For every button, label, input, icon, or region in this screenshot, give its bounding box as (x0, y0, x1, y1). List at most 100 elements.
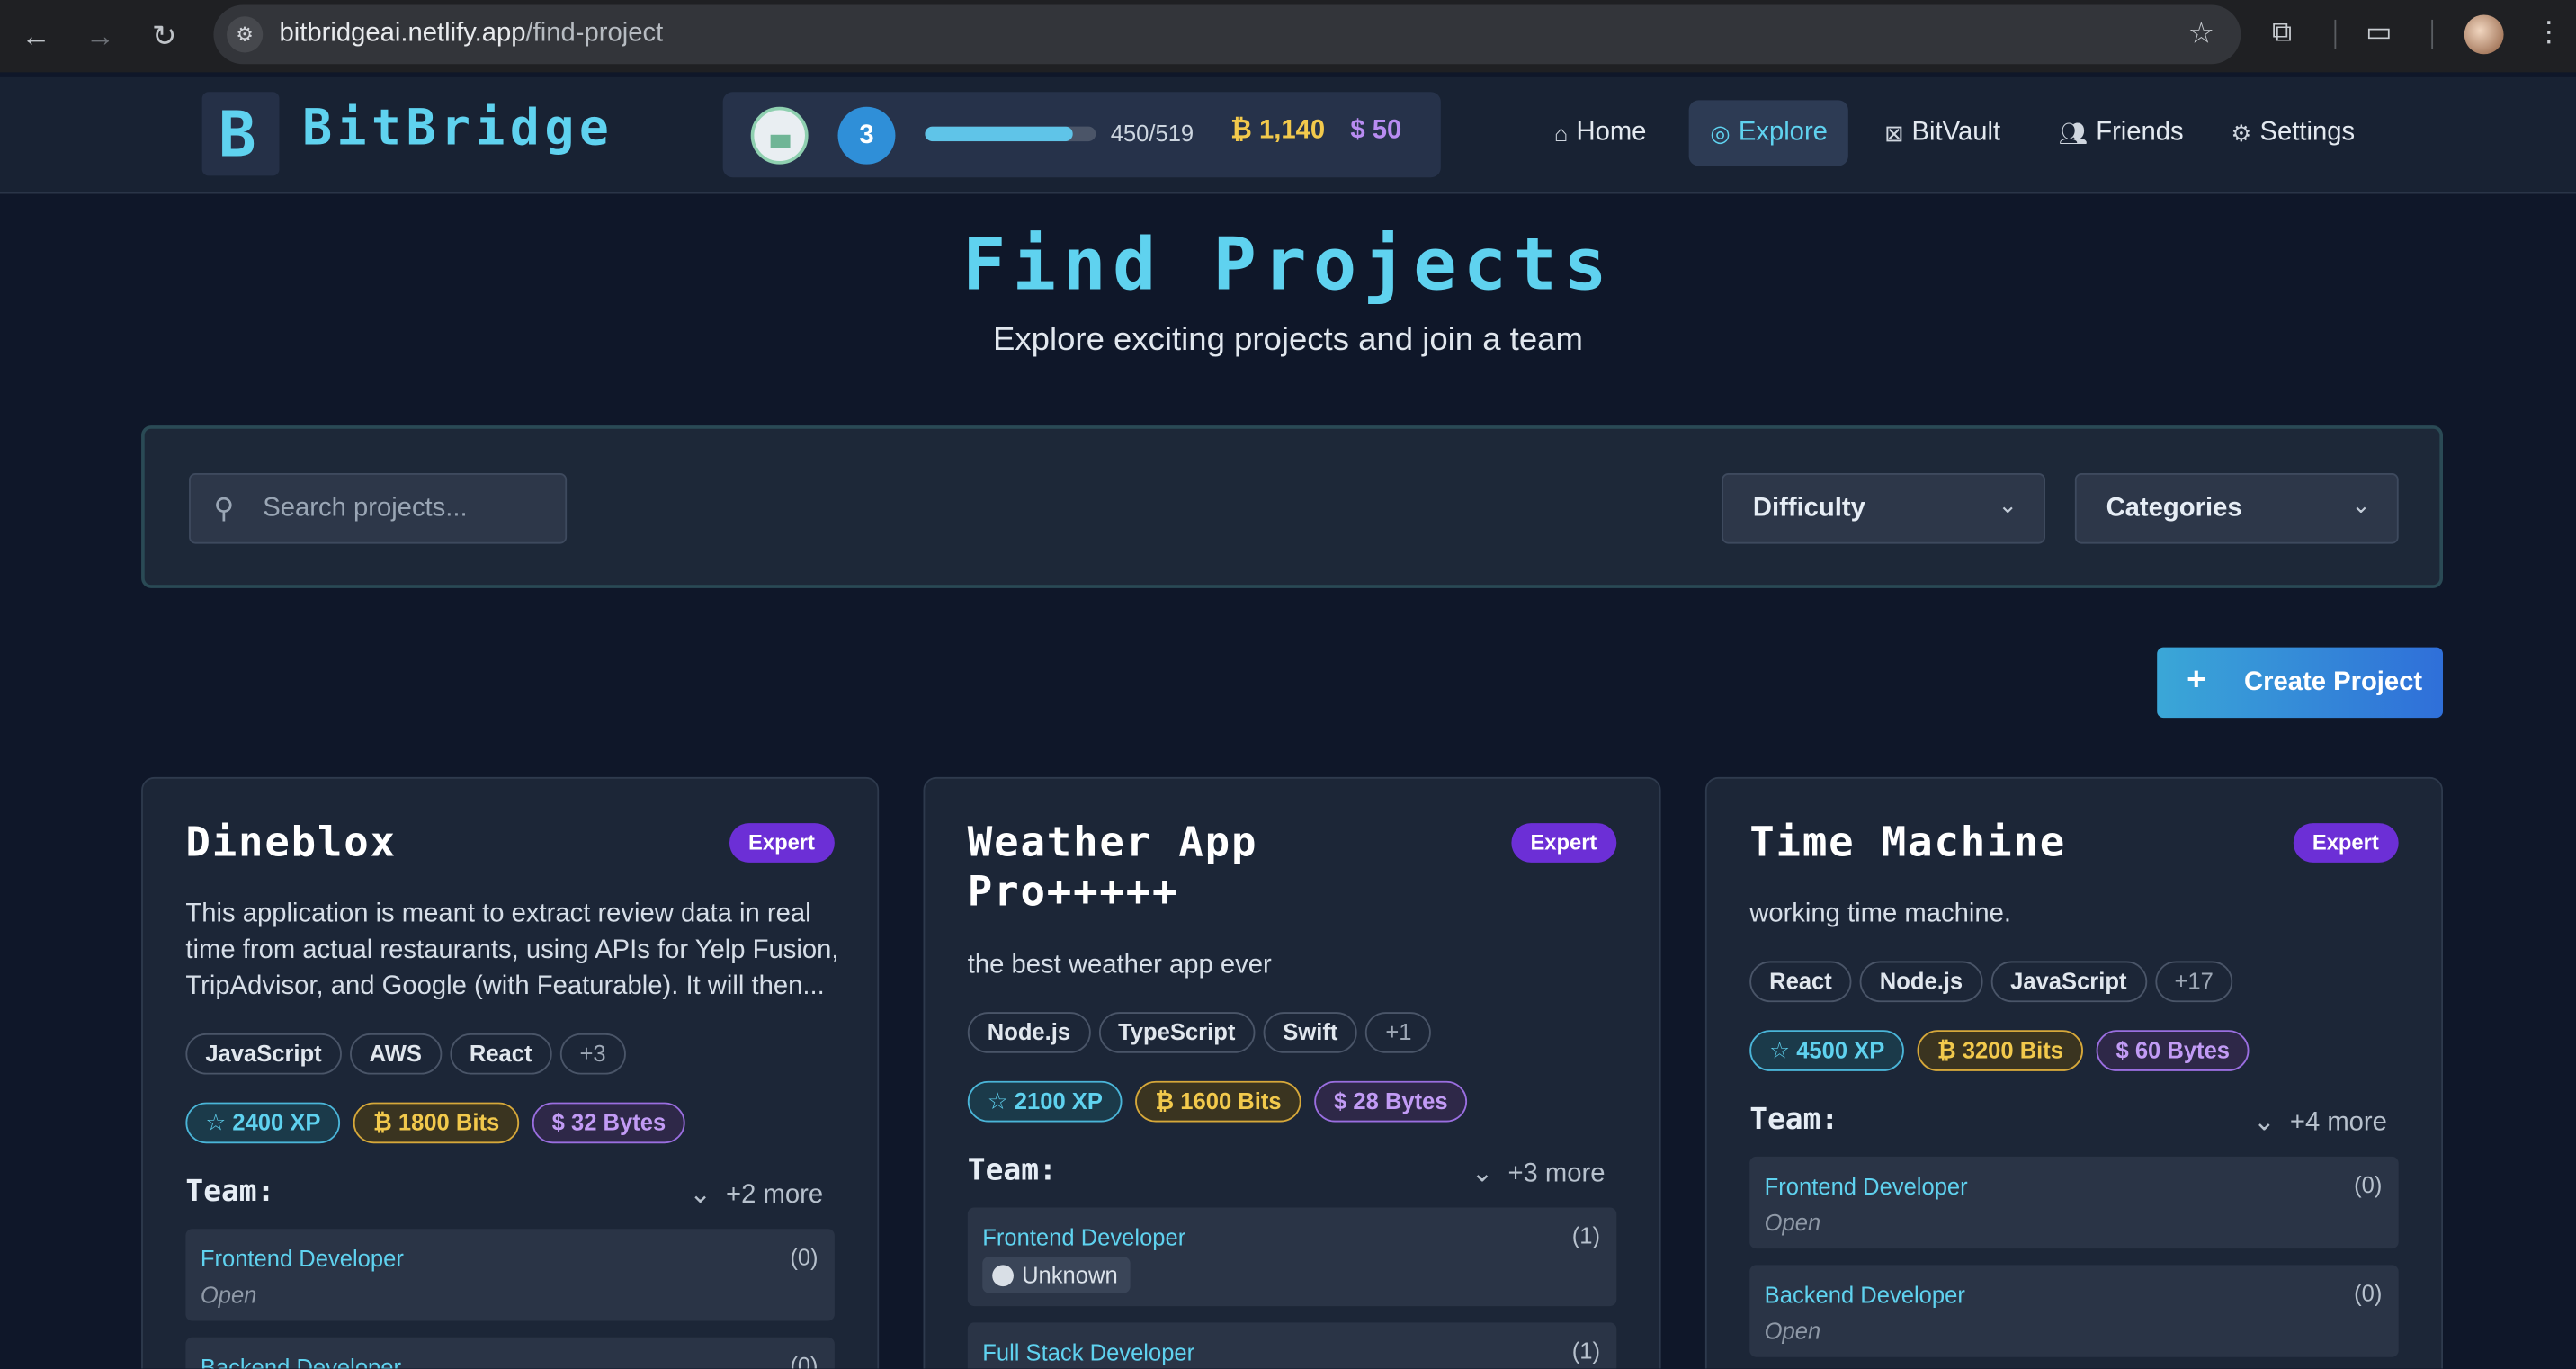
chevron-down-icon: ⌄ (2351, 491, 2371, 518)
address-bar[interactable]: ⚙ bitbridgeai.netlify.app/find-project ☆ (213, 4, 2241, 65)
team-expand[interactable]: ⌄ +3 more (1471, 1157, 1606, 1190)
role-count: (1) (1571, 1221, 1601, 1249)
member-avatar (992, 1265, 1014, 1287)
tag: TypeScript (1098, 1012, 1256, 1053)
team-expand[interactable]: ⌄ +2 more (689, 1178, 823, 1212)
nav-explore[interactable]: ◎ Explore (1688, 100, 1849, 166)
team-role[interactable]: Frontend Developer (0) Open (1749, 1156, 2399, 1249)
tag: Node.js (1859, 961, 1983, 1003)
tag: JavaScript (1990, 961, 2147, 1003)
bytes-reward: $ 28 Bytes (1314, 1080, 1468, 1123)
role-name: Frontend Developer (982, 1223, 1186, 1250)
user-stats: 3 450/519 ₿ 1,140 $ 50 (722, 92, 1441, 178)
vault-icon: ⊠ (1883, 119, 1904, 146)
cast-icon[interactable]: ▭ (2366, 16, 2392, 49)
chevron-down-icon: ⌄ (1998, 491, 2017, 518)
tag-list: JavaScript AWS React +3 (185, 1033, 626, 1075)
menu-icon[interactable]: ⋮ (2535, 16, 2563, 49)
difficulty-badge: Expert (729, 823, 835, 863)
browser-toolbar: ← → ↻ ⚙ bitbridgeai.netlify.app/find-pro… (0, 0, 2576, 73)
project-title: Dineblox (185, 818, 397, 866)
team-role[interactable]: Frontend Developer (1) Unknown (967, 1207, 1617, 1307)
tag-more[interactable]: +17 (2154, 961, 2233, 1003)
role-count: (0) (790, 1352, 818, 1369)
role-count: (0) (2354, 1279, 2383, 1307)
extensions-icon[interactable]: ⧉ (2272, 16, 2292, 49)
difficulty-badge: Expert (2292, 823, 2399, 863)
team-role[interactable]: Backend Developer (0) (185, 1337, 835, 1369)
role-name: Full Stack Developer (982, 1338, 1195, 1365)
tag: Swift (1263, 1012, 1358, 1053)
bookmark-star-icon[interactable]: ☆ (2188, 16, 2214, 50)
star-icon: ☆ (987, 1087, 1008, 1114)
bitcoin-icon: ₿ (372, 1108, 392, 1136)
team-role[interactable]: Frontend Developer (0) Open (185, 1229, 835, 1321)
categories-select[interactable]: Categories ⌄ (2074, 473, 2399, 544)
rewards: ☆ 2100 XP ₿ 1600 Bits $ 28 Bytes (967, 1080, 1468, 1123)
project-card[interactable]: Weather App Pro+++++ Expert the best wea… (923, 776, 1661, 1369)
logo[interactable]: B (201, 92, 280, 176)
difficulty-label: Difficulty (1752, 494, 1865, 523)
bytes-reward: $ 60 Bytes (2096, 1030, 2250, 1071)
nav-home[interactable]: ⌂ Home (1554, 100, 1647, 166)
search-icon: ⚲ (213, 492, 235, 524)
page-subtitle: Explore exciting projects and join a tea… (993, 321, 1583, 359)
role-count: (1) (1571, 1337, 1601, 1364)
team-expand[interactable]: ⌄ +4 more (2253, 1105, 2387, 1139)
xp-text: 450/519 (1110, 120, 1194, 147)
project-card[interactable]: Dineblox Expert This application is mean… (141, 776, 880, 1369)
users-icon: 👥︎ (2058, 119, 2089, 146)
team-heading: Team: (967, 1153, 1057, 1188)
project-title: Time Machine (1749, 818, 2067, 866)
search-box[interactable]: ⚲ (189, 473, 568, 544)
team-role[interactable]: Full Stack Developer (1) (967, 1322, 1617, 1369)
bitcoin-icon: ₿ (1230, 116, 1252, 145)
xp-progress-bar (925, 126, 1096, 142)
tag-more[interactable]: +3 (559, 1033, 626, 1075)
user-avatar[interactable] (750, 106, 809, 165)
role-name: Frontend Developer (200, 1245, 404, 1272)
profile-avatar[interactable] (2464, 14, 2504, 55)
project-description: This application is meant to extract rev… (185, 899, 839, 1001)
create-project-button[interactable]: + Create Project (2157, 647, 2444, 719)
bits-reward: ₿ 1800 Bits (353, 1102, 520, 1144)
project-card[interactable]: Time Machine Expert working time machine… (1704, 776, 2444, 1369)
team-role[interactable]: Backend Developer (0) Open (1749, 1265, 2399, 1357)
nav-bitvault[interactable]: ⊠ BitVault (1884, 100, 2000, 166)
rewards: ☆ 2400 XP ₿ 1800 Bits $ 32 Bytes (185, 1102, 686, 1144)
xp-progress-fill (925, 126, 1073, 142)
back-icon[interactable]: ← (16, 16, 56, 56)
nav-friends[interactable]: 👥︎ Friends (2059, 100, 2184, 166)
chevron-down-icon: ⌄ (1471, 1159, 1494, 1188)
team-heading: Team: (185, 1174, 275, 1210)
logo-mark: B (218, 98, 256, 171)
plus-icon: + (2187, 662, 2206, 699)
search-input[interactable] (263, 489, 559, 530)
project-description: the best weather app ever (967, 951, 1272, 980)
filter-panel: ⚲ Difficulty ⌄ Categories ⌄ (141, 425, 2444, 588)
compass-icon: ◎ (1710, 119, 1731, 146)
site-info-icon[interactable]: ⚙ (227, 16, 264, 53)
bitcoin-icon: ₿ (1936, 1036, 1956, 1063)
project-title: Weather App Pro+++++ (967, 818, 1258, 916)
forward-icon[interactable]: → (80, 16, 120, 56)
role-status: Open (1764, 1317, 1821, 1345)
chevron-down-icon: ⌄ (689, 1181, 711, 1210)
nav-settings[interactable]: ⚙ Settings (2231, 100, 2355, 166)
reload-icon[interactable]: ↻ (145, 16, 184, 56)
tag: React (1749, 961, 1852, 1003)
rewards: ☆ 4500 XP ₿ 3200 Bits $ 60 Bytes (1749, 1030, 2250, 1071)
difficulty-select[interactable]: Difficulty ⌄ (1722, 473, 2045, 544)
role-status: Open (200, 1281, 257, 1308)
team-heading: Team: (1749, 1102, 1839, 1137)
tag-list: React Node.js JavaScript +17 (1749, 961, 2233, 1003)
home-icon: ⌂ (1553, 120, 1569, 147)
member-chip[interactable]: Unknown (982, 1257, 1131, 1293)
tag-more[interactable]: +1 (1365, 1012, 1432, 1053)
url-text[interactable]: bitbridgeai.netlify.app/find-project (280, 20, 664, 49)
logo-text[interactable]: BitBridge (302, 100, 613, 157)
role-count: (0) (2354, 1171, 2383, 1198)
bits-reward: ₿ 3200 Bits (1917, 1030, 2083, 1071)
categories-label: Categories (2106, 494, 2242, 523)
chevron-down-icon: ⌄ (2253, 1108, 2276, 1137)
